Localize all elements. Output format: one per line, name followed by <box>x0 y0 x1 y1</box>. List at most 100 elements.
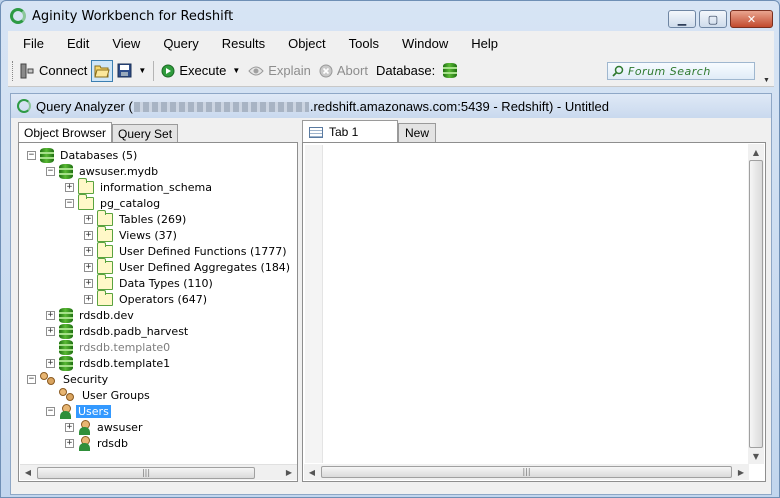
sql-editor[interactable]: ▲ ▼ ◀ ||| ▶ <box>302 142 766 482</box>
menu-results[interactable]: Results <box>207 36 273 51</box>
execute-dropdown-icon[interactable]: ▼ <box>232 66 240 75</box>
tree-node-rdsdb-template0[interactable]: rdsdb.template0 <box>59 339 172 355</box>
menu-help[interactable]: Help <box>456 36 506 51</box>
scroll-up-icon[interactable]: ▲ <box>748 144 764 160</box>
tree-node-security[interactable]: − Security <box>27 371 110 387</box>
database-selector[interactable]: Database: <box>372 60 465 82</box>
scroll-left-icon[interactable]: ◀ <box>304 464 320 480</box>
scroll-thumb[interactable]: ||| <box>37 467 255 479</box>
tree-node-uda[interactable]: + User Defined Aggregates (184) <box>84 257 292 275</box>
editor-horizontal-scrollbar[interactable]: ◀ ||| ▶ <box>304 464 749 480</box>
eye-icon <box>248 66 264 75</box>
scroll-left-icon[interactable]: ◀ <box>20 465 36 481</box>
tab-object-browser[interactable]: Object Browser <box>18 122 113 143</box>
database-label: Database: <box>375 63 436 78</box>
database-icon <box>443 63 458 78</box>
save-dropdown-icon[interactable]: ▼ <box>138 66 146 75</box>
menu-edit[interactable]: Edit <box>52 36 97 51</box>
tree-node-users[interactable]: − Users <box>46 403 111 419</box>
collapse-icon[interactable]: − <box>46 166 55 176</box>
tree-node-udf[interactable]: + User Defined Functions (1777) <box>84 241 289 259</box>
expand-icon[interactable]: + <box>46 358 55 368</box>
maximize-button[interactable]: ▢ <box>699 10 727 28</box>
expand-icon[interactable]: + <box>65 422 74 432</box>
tree-node-views[interactable]: + Views (37) <box>84 225 179 243</box>
tree-label: Operators (647) <box>119 292 208 306</box>
tree-horizontal-scrollbar[interactable]: ◀ ||| ▶ <box>20 464 297 480</box>
tree-node-rdsdb[interactable]: + rdsdb <box>65 435 130 451</box>
tab-query-1[interactable]: Tab 1 <box>302 120 398 143</box>
tab-new[interactable]: New <box>398 123 437 142</box>
collapse-icon[interactable]: − <box>27 150 36 160</box>
connect-button[interactable]: Connect <box>15 60 91 82</box>
folder-open-icon <box>94 65 111 77</box>
user-icon <box>59 403 72 419</box>
tree-node-rdsdb-padb-harvest[interactable]: + rdsdb.padb_harvest <box>46 323 190 339</box>
scroll-right-icon[interactable]: ▶ <box>733 464 749 480</box>
tree-label: rdsdb.dev <box>79 308 134 322</box>
folder-icon <box>78 193 94 210</box>
collapse-icon[interactable]: − <box>27 374 36 384</box>
toolbar-overflow-icon[interactable]: ▼ <box>763 77 772 86</box>
expand-icon[interactable]: + <box>65 182 74 192</box>
menu-file[interactable]: File <box>8 36 52 51</box>
title-prefix: Query Analyzer ( <box>36 98 133 114</box>
forum-search-box[interactable]: Forum Search <box>607 62 755 80</box>
tree-node-awsuser[interactable]: + awsuser <box>65 419 144 435</box>
expand-icon[interactable]: + <box>84 214 93 224</box>
menu-query[interactable]: Query <box>148 36 206 51</box>
close-button[interactable]: ✕ <box>730 10 773 28</box>
tree-label: pg_catalog <box>100 196 161 210</box>
expand-icon[interactable]: + <box>84 294 93 304</box>
menu-object[interactable]: Object <box>273 36 334 51</box>
tree-node-information-schema[interactable]: + information_schema <box>65 177 214 195</box>
open-file-button[interactable] <box>91 59 114 82</box>
collapse-icon[interactable]: − <box>46 406 55 416</box>
expand-icon[interactable]: + <box>84 230 93 240</box>
query-analyzer-titlebar[interactable]: Query Analyzer (.redshift.amazonaws.com:… <box>11 94 771 118</box>
abort-button[interactable]: Abort <box>315 60 372 82</box>
database-icon <box>59 355 73 371</box>
expand-icon[interactable]: + <box>84 246 93 256</box>
tree-node-operators[interactable]: + Operators (647) <box>84 289 209 307</box>
expand-icon[interactable]: + <box>84 278 93 288</box>
explain-button[interactable]: Explain <box>244 60 315 82</box>
scroll-down-icon[interactable]: ▼ <box>748 448 764 464</box>
folder-icon <box>97 257 113 274</box>
execute-button[interactable]: Execute ▼ <box>157 60 244 82</box>
collapse-icon[interactable]: − <box>65 198 74 208</box>
scroll-thumb[interactable]: ||| <box>321 466 732 478</box>
tree-label: rdsdb.template1 <box>79 356 171 370</box>
scroll-right-icon[interactable]: ▶ <box>281 465 297 481</box>
tree-node-data-types[interactable]: + Data Types (110) <box>84 273 215 291</box>
tree-node-rdsdb-template1[interactable]: + rdsdb.template1 <box>46 355 172 371</box>
tree-label: Views (37) <box>119 228 177 242</box>
tree-node-rdsdb-dev[interactable]: + rdsdb.dev <box>46 307 136 323</box>
save-button[interactable]: ▼ <box>113 60 150 82</box>
forum-search-label: Forum Search <box>628 64 711 78</box>
toolbar-separator <box>153 60 155 81</box>
menu-view[interactable]: View <box>97 36 148 51</box>
expand-icon[interactable]: + <box>46 326 55 336</box>
abort-label: Abort <box>336 63 368 78</box>
toolbar: Connect ▼ Execute ▼ Explain Abort Databa… <box>8 55 774 87</box>
tree-label: awsuser <box>97 420 143 434</box>
tree-node-databases[interactable]: − Databases (5) <box>27 147 139 163</box>
expand-icon[interactable]: + <box>84 262 93 272</box>
folder-icon <box>97 241 113 258</box>
title-bar[interactable]: Aginity Workbench for Redshift ▁ ▢ ✕ <box>1 1 779 31</box>
editor-pane: Tab 1 New ▲ ▼ ◀ ||| ▶ <box>302 120 766 488</box>
scroll-thumb[interactable] <box>749 160 763 448</box>
menu-tools[interactable]: Tools <box>334 36 387 51</box>
tree-node-user-groups[interactable]: User Groups <box>59 387 152 403</box>
tree-node-tables[interactable]: + Tables (269) <box>84 209 188 227</box>
execute-label: Execute <box>179 63 227 78</box>
expand-icon[interactable]: + <box>46 310 55 320</box>
tree-node-awsuser-mydb[interactable]: − awsuser.mydb <box>46 163 160 179</box>
menu-window[interactable]: Window <box>387 36 456 51</box>
expand-icon[interactable]: + <box>65 438 74 448</box>
tab-query-set[interactable]: Query Set <box>112 124 179 142</box>
tree-node-pg-catalog[interactable]: − pg_catalog <box>65 193 162 211</box>
editor-vertical-scrollbar[interactable]: ▲ ▼ <box>748 144 764 464</box>
minimize-button[interactable]: ▁ <box>668 10 696 28</box>
